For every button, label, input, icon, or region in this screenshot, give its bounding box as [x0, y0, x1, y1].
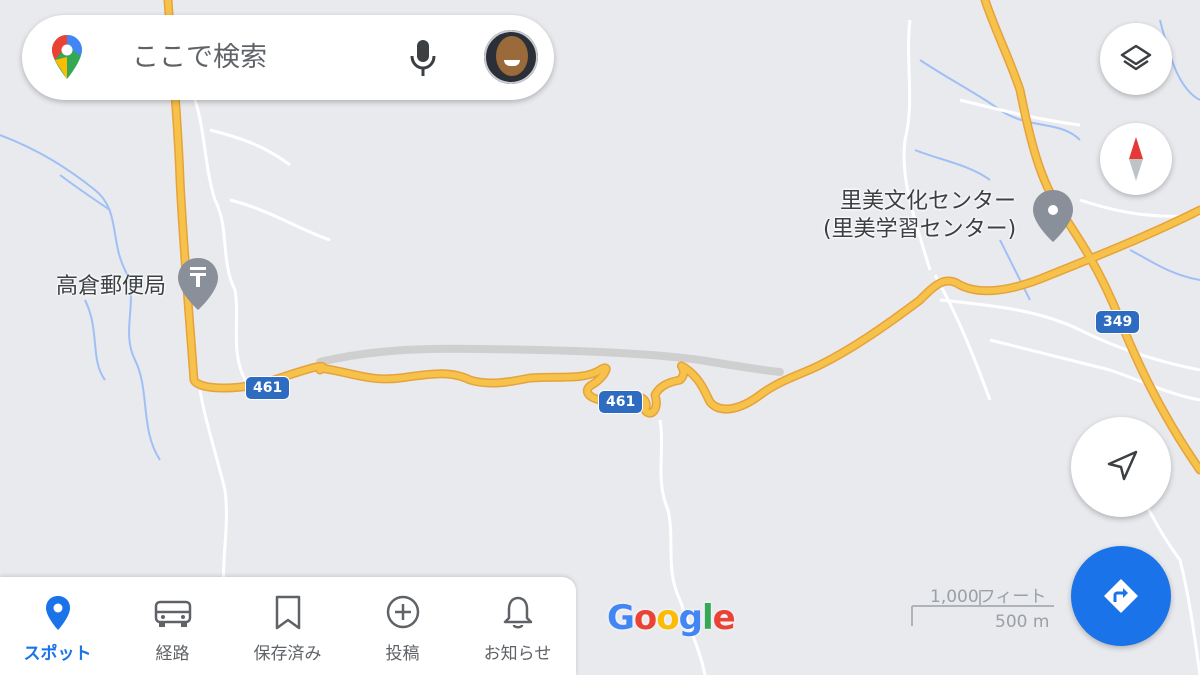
avatar[interactable]: [484, 30, 538, 84]
microphone-icon[interactable]: [410, 39, 436, 77]
google-logo-letter: l: [701, 598, 714, 638]
nav-label: スポット: [23, 644, 92, 664]
bottom-navigation: スポット 経路 保存済み 投稿 お知らせ: [0, 577, 576, 675]
navigation-arrow-icon: [1107, 450, 1138, 481]
layers-icon: [1120, 44, 1152, 71]
route-shield: 461: [598, 390, 644, 414]
nav-label: 投稿: [385, 644, 420, 664]
nav-item-contribute[interactable]: 投稿: [345, 577, 460, 675]
scale-imperial: 1,000フィート: [930, 587, 1047, 607]
google-logo-letter: o: [656, 598, 679, 638]
directions-icon: [1104, 579, 1138, 613]
nav-item-directions[interactable]: 経路: [115, 577, 230, 675]
map-pin-icon: [46, 596, 70, 630]
google-logo: Google: [607, 598, 736, 638]
nav-item-updates[interactable]: お知らせ: [460, 577, 575, 675]
nav-label: お知らせ: [483, 644, 552, 664]
post-office-label[interactable]: 高倉郵便局: [56, 273, 166, 301]
my-location-button[interactable]: [1071, 417, 1171, 517]
search-input[interactable]: ここで検索: [132, 15, 267, 100]
google-logo-text: Google: [607, 598, 736, 638]
avatar-rim: [484, 30, 538, 84]
bookmark-icon: [275, 595, 301, 630]
google-logo-letter: e: [712, 598, 736, 638]
route-shield: 349: [1095, 310, 1141, 334]
google-logo-letter: g: [678, 598, 703, 638]
google-logo-letter: G: [607, 598, 635, 638]
google-logo-letter: o: [633, 598, 657, 638]
search-bar[interactable]: ここで検索: [22, 15, 554, 100]
scale-metric: 500 m: [995, 612, 1050, 632]
compass-button[interactable]: [1100, 123, 1172, 195]
nav-item-spots[interactable]: スポット: [0, 577, 115, 675]
place-label-line1[interactable]: 里美文化センター: [840, 188, 1016, 216]
map-canvas[interactable]: [0, 0, 1200, 675]
nav-label: 保存済み: [253, 644, 322, 664]
place-label-line2[interactable]: (里美学習センター): [823, 216, 1016, 244]
car-icon: [154, 600, 192, 627]
add-circle-icon: [386, 595, 420, 629]
directions-button[interactable]: [1071, 546, 1171, 646]
nav-item-saved[interactable]: 保存済み: [230, 577, 345, 675]
google-maps-logo-icon: [52, 35, 82, 79]
layers-button[interactable]: [1100, 23, 1172, 95]
nav-label: 経路: [155, 644, 190, 664]
route-shield: 461: [245, 376, 291, 400]
bell-icon: [503, 596, 533, 629]
compass-icon: [1129, 137, 1143, 181]
